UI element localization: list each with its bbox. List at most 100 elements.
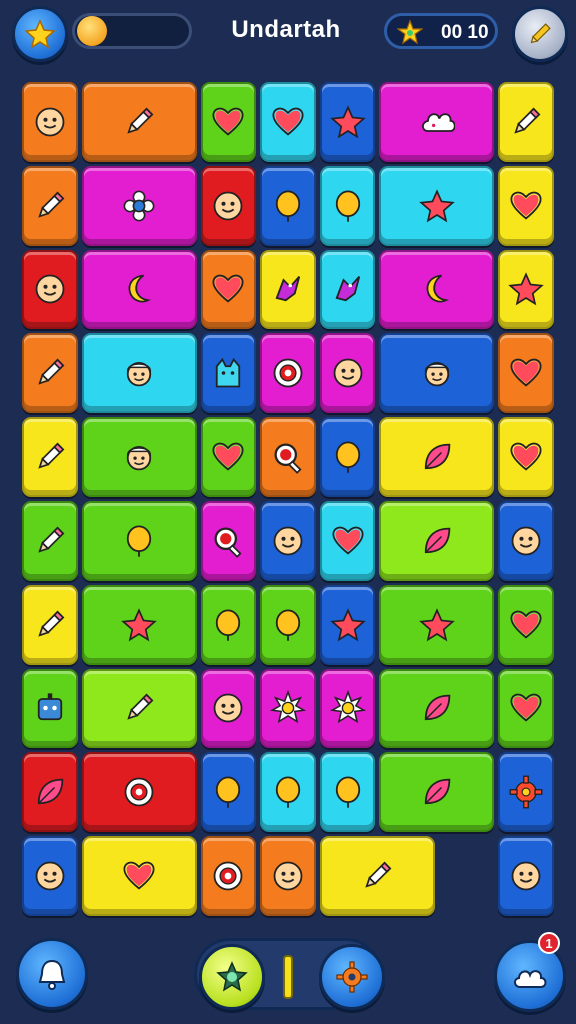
game-tile[interactable] [200,249,257,330]
game-tile[interactable] [498,165,554,246]
game-tile[interactable] [260,249,316,330]
magnifier-icon [214,527,242,558]
star-sparkle-icon [397,19,423,45]
game-tile[interactable] [200,501,257,581]
game-tile[interactable] [260,501,316,581]
game-tile[interactable] [498,668,554,749]
game-tile[interactable] [319,333,376,414]
game-tile[interactable] [498,249,554,330]
game-tile[interactable] [81,82,197,162]
cat-icon [216,358,241,388]
game-tile[interactable] [379,249,495,330]
face-icon [214,694,243,723]
game-tile[interactable] [319,417,376,497]
game-tile[interactable] [260,333,316,414]
pencil-icon [38,358,65,385]
game-tile[interactable] [260,165,316,246]
game-tile[interactable] [22,501,78,581]
game-tile[interactable] [22,249,78,330]
balloon-icon [275,776,301,809]
game-tile[interactable] [498,417,554,497]
timer: 00 10 [384,13,498,49]
star-gem-button[interactable] [199,944,265,1010]
game-tile[interactable] [22,82,78,162]
game-tile[interactable] [200,417,257,497]
game-tile[interactable] [200,82,257,162]
game-tile[interactable] [200,165,257,246]
balloon-icon [335,776,360,809]
gear-button[interactable] [319,944,385,1010]
game-tile[interactable] [22,752,78,833]
game-tile[interactable] [200,584,257,665]
game-tile[interactable] [81,752,197,833]
game-tile[interactable] [379,417,495,497]
leaf-icon [37,779,64,805]
game-tile[interactable] [260,668,316,749]
game-tile[interactable] [319,836,435,916]
game-tile[interactable] [22,333,78,414]
star-button[interactable] [12,6,68,62]
game-tile[interactable] [319,752,376,833]
game-tile[interactable] [22,417,78,497]
game-tile[interactable] [319,668,376,749]
pencil-icon [38,610,65,637]
game-tile[interactable] [81,668,197,749]
game-tile[interactable] [260,82,316,162]
game-tile[interactable] [498,836,554,916]
game-tile[interactable] [498,501,554,581]
game-tile[interactable] [319,165,376,246]
pencil-icon [365,861,392,888]
game-tile[interactable] [498,752,554,833]
game-tile[interactable] [81,584,197,665]
heart-icon [332,526,364,555]
game-tile[interactable] [379,752,495,833]
flower-icon [123,190,155,222]
game-tile[interactable] [200,333,257,414]
pencil-button[interactable] [512,6,568,62]
star-icon [329,105,366,139]
target-icon [273,358,303,388]
game-tile[interactable] [260,417,316,497]
game-tile[interactable] [319,249,376,330]
game-tile[interactable] [379,501,495,581]
game-tile[interactable] [379,333,495,414]
game-tile[interactable] [319,82,376,162]
bell-button[interactable] [16,938,88,1010]
leaf-icon [424,527,451,554]
game-tile[interactable] [22,165,78,246]
game-tile[interactable] [260,752,316,833]
game-tile[interactable] [498,584,554,665]
balloon-icon [275,190,301,222]
person-icon [424,362,450,387]
game-tile[interactable] [81,165,197,246]
face-icon [214,191,243,221]
game-tile[interactable] [379,82,495,162]
game-tile[interactable] [81,501,197,581]
game-tile[interactable] [260,584,316,665]
game-tile[interactable] [22,836,78,916]
face-icon [511,526,541,556]
game-tile[interactable] [81,836,197,916]
game-tile[interactable] [379,584,495,665]
game-tile[interactable] [200,836,257,916]
game-tile[interactable] [81,333,197,414]
game-tile[interactable] [22,668,78,749]
game-tile[interactable] [260,836,316,916]
game-tile[interactable] [379,165,495,246]
bell-icon [38,959,66,990]
moon-icon [128,275,152,303]
game-tile[interactable] [498,82,554,162]
bird-icon [275,276,301,302]
bottom-bar [0,930,576,1024]
game-tile[interactable] [319,501,376,581]
game-board [22,82,554,916]
game-tile[interactable] [22,584,78,665]
game-tile[interactable] [200,752,257,833]
game-tile[interactable] [498,333,554,414]
heart-icon [212,275,244,304]
game-tile[interactable] [379,668,495,749]
game-tile[interactable] [319,584,376,665]
game-tile[interactable] [81,417,197,497]
game-tile[interactable] [200,668,257,749]
game-tile[interactable] [81,249,197,330]
